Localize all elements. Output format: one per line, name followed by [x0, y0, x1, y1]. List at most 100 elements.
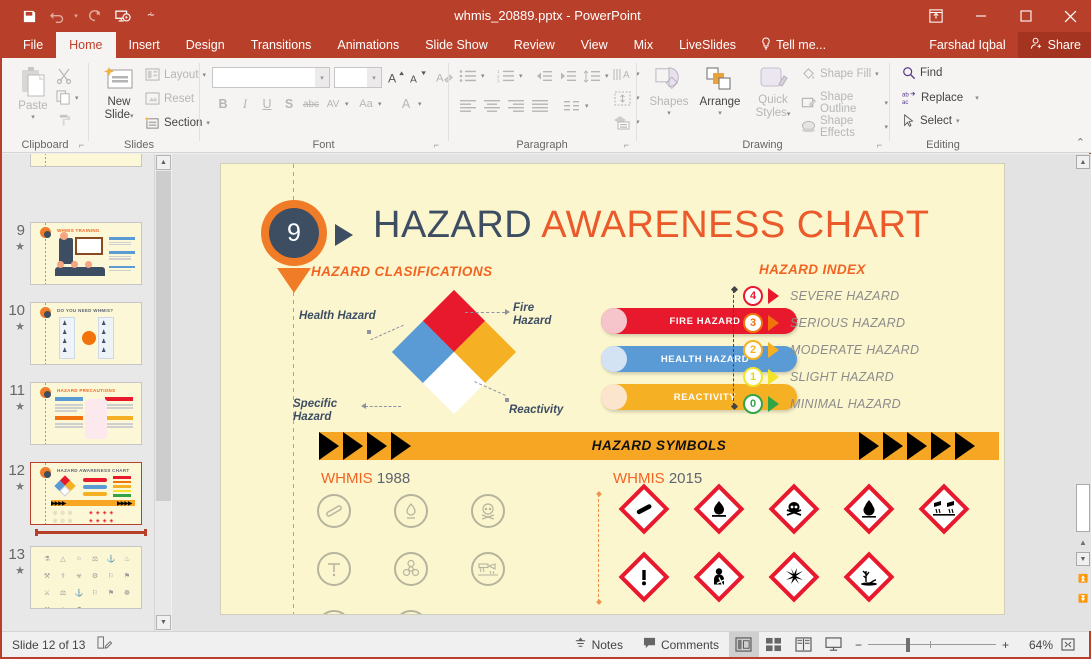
bullets-button[interactable]	[457, 66, 479, 86]
paragraph-dialog-launcher[interactable]: ⌐	[624, 140, 629, 150]
justify-button[interactable]	[529, 96, 551, 116]
font-color-caret-icon[interactable]: ▾	[418, 100, 422, 108]
reading-view-icon[interactable]	[789, 632, 819, 657]
line-spacing-caret-icon[interactable]: ▾	[605, 72, 609, 80]
align-right-button[interactable]	[505, 96, 527, 116]
previous-slide-icon[interactable]: ⏫	[1078, 574, 1088, 583]
text-direction-button[interactable]: A	[611, 64, 635, 84]
quick-styles-button[interactable]: Quick Styles▾	[749, 66, 797, 121]
copy-caret-icon[interactable]: ▾	[75, 94, 79, 102]
ribbon-display-options-icon[interactable]	[913, 0, 958, 32]
align-text-button[interactable]	[611, 88, 635, 108]
decrease-font-size-button[interactable]: A	[408, 67, 428, 87]
normal-view-icon[interactable]	[729, 632, 759, 657]
slide-thumbnail[interactable]: ⚗△☼⚖⚓♨ ⚒⚕☣⚙⚐⚑ ⚔⚖⚓⚐⚑☸ ⚒⚠⚗	[30, 546, 142, 609]
align-left-button[interactable]	[457, 96, 479, 116]
tab-insert[interactable]: Insert	[116, 32, 173, 58]
columns-button[interactable]	[561, 96, 583, 116]
slide-thumbnail[interactable]: DO YOU NEED WHMIS? ♟♟♟♟ ♟♟♟♟	[30, 302, 142, 365]
arrange-button[interactable]: Arrange ▾	[695, 66, 745, 117]
list-item[interactable]: 8 ★ Routes of Entry	[2, 154, 154, 167]
change-case-button[interactable]: Aa	[356, 94, 376, 114]
scrollbar-thumb[interactable]	[156, 171, 171, 501]
quick-styles-caret-icon[interactable]: ▾	[787, 111, 791, 118]
tab-transitions[interactable]: Transitions	[238, 32, 325, 58]
drawing-dialog-launcher[interactable]: ⌐	[877, 140, 882, 150]
notes-button[interactable]: Notes	[564, 632, 633, 657]
layout-button[interactable]: Layout ▾	[145, 68, 206, 81]
increase-font-size-button[interactable]: A	[386, 67, 406, 87]
notes-page-icon[interactable]	[97, 636, 112, 653]
slide-thumbnail[interactable]: Routes of Entry	[30, 154, 142, 167]
line-spacing-button[interactable]	[581, 66, 603, 86]
slide-thumbnail-pane[interactable]: 8 ★ Routes of Entry 9 ★	[2, 154, 154, 631]
numbering-caret-icon[interactable]: ▾	[519, 72, 523, 80]
scroll-up-icon[interactable]: ▲	[156, 155, 171, 170]
slide-thumbnail[interactable]: WHMIS TRAINING	[30, 222, 142, 285]
next-slide-icon[interactable]: ⏬	[1078, 594, 1088, 603]
shape-effects-caret-icon[interactable]: ▾	[884, 123, 888, 131]
font-size-caret-icon[interactable]: ▾	[367, 68, 381, 87]
slide-scrollbar[interactable]: ▲ ▲ ▼ ⏫ ⏬	[1075, 154, 1091, 631]
tab-file[interactable]: File	[10, 32, 56, 58]
replace-caret-icon[interactable]: ▾	[975, 94, 979, 102]
slideshow-icon[interactable]	[819, 632, 849, 657]
shape-outline-button[interactable]: Shape Outline ▾	[801, 91, 888, 115]
thumbnail-scrollbar[interactable]: ▲ ▼	[154, 154, 171, 631]
replace-button[interactable]: abac Replace ▾	[902, 90, 979, 105]
format-painter-button[interactable]	[58, 112, 73, 127]
maximize-icon[interactable]	[1003, 0, 1048, 32]
copy-button[interactable]: ▾	[56, 90, 79, 105]
shape-effects-button[interactable]: Shape Effects ▾	[801, 115, 888, 139]
font-size-input[interactable]: ▾	[334, 67, 382, 88]
slide-thumbnail[interactable]: HAZARD PRECAUTIONS	[30, 382, 142, 445]
scroll-up-icon[interactable]: ▲	[1076, 155, 1090, 169]
bold-button[interactable]: B	[213, 94, 233, 114]
font-name-caret-icon[interactable]: ▾	[315, 68, 329, 87]
zoom-handle[interactable]	[906, 638, 910, 652]
zoom-in-button[interactable]: +	[996, 632, 1015, 657]
cut-button[interactable]	[56, 68, 72, 84]
list-item[interactable]: 13 ★ ⚗△☼⚖⚓♨ ⚒⚕☣⚙⚐⚑ ⚔⚖⚓⚐⚑☸ ⚒⚠⚗	[2, 546, 154, 609]
fit-to-window-icon[interactable]	[1053, 632, 1083, 657]
tab-home[interactable]: Home	[56, 32, 115, 58]
tab-liveslides[interactable]: LiveSlides	[666, 32, 749, 58]
user-name[interactable]: Farshad Iqbal	[917, 32, 1017, 58]
shape-fill-button[interactable]: Shape Fill ▾	[801, 67, 879, 81]
italic-button[interactable]: I	[235, 94, 255, 114]
bullets-caret-icon[interactable]: ▾	[481, 72, 485, 80]
scroll-down-icon[interactable]: ▼	[1076, 552, 1090, 566]
tab-view[interactable]: View	[568, 32, 621, 58]
close-icon[interactable]	[1048, 0, 1091, 32]
align-center-button[interactable]	[481, 96, 503, 116]
tell-me-box[interactable]: Tell me...	[749, 32, 838, 58]
paste-caret-icon[interactable]: ▾	[31, 113, 35, 121]
scroll-up-small-icon[interactable]: ▲	[1078, 538, 1088, 547]
zoom-out-button[interactable]: −	[849, 632, 868, 657]
paste-button[interactable]: Paste ▾	[12, 66, 54, 121]
list-item[interactable]: 9 ★ WHMIS TRAINING	[2, 222, 154, 285]
select-button[interactable]: Select ▾	[902, 114, 959, 128]
shapes-button[interactable]: Shapes ▾	[647, 66, 691, 117]
comments-button[interactable]: Comments	[633, 632, 729, 657]
font-color-button[interactable]: A	[396, 94, 416, 114]
minimize-icon[interactable]	[958, 0, 1003, 32]
clipboard-dialog-launcher[interactable]: ⌐	[79, 140, 84, 150]
character-spacing-button[interactable]: AV	[323, 94, 343, 114]
font-name-input[interactable]: ▾	[212, 67, 330, 88]
tab-slide-show[interactable]: Slide Show	[412, 32, 501, 58]
tab-review[interactable]: Review	[501, 32, 568, 58]
select-caret-icon[interactable]: ▾	[956, 117, 960, 125]
change-case-caret-icon[interactable]: ▾	[378, 100, 382, 108]
slide-sorter-icon[interactable]	[759, 632, 789, 657]
character-spacing-caret-icon[interactable]: ▾	[345, 100, 349, 108]
tab-animations[interactable]: Animations	[324, 32, 412, 58]
zoom-level[interactable]: 64%	[1015, 638, 1053, 652]
columns-caret-icon[interactable]: ▾	[585, 102, 589, 110]
numbering-button[interactable]: 123	[495, 66, 517, 86]
tab-mix[interactable]: Mix	[621, 32, 666, 58]
slide-thumbnail-selected[interactable]: HAZARD AWARENESS CHART	[30, 462, 142, 525]
find-button[interactable]: Find	[902, 66, 942, 80]
underline-button[interactable]: U	[257, 94, 277, 114]
scrollbar-thumb[interactable]	[1076, 484, 1090, 532]
